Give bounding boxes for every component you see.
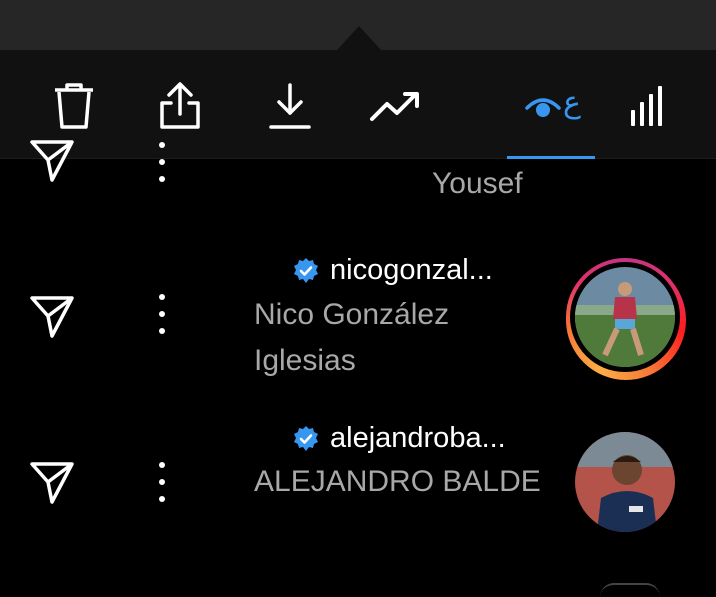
bar-chart-icon[interactable] bbox=[620, 78, 676, 134]
send-icon[interactable] bbox=[28, 458, 76, 506]
send-icon[interactable] bbox=[28, 136, 76, 184]
trash-icon[interactable] bbox=[46, 78, 102, 134]
viewer-fullname: ALEJANDRO BALDE bbox=[254, 465, 541, 498]
viewer-fullname: Yousef bbox=[432, 167, 523, 200]
popover-notch bbox=[337, 26, 381, 50]
story-ring[interactable] bbox=[566, 258, 684, 376]
story-toolbar: ع bbox=[0, 50, 716, 159]
viewer-row[interactable]: nicogonzal... Nico González Iglesias bbox=[0, 240, 716, 390]
viewer-username[interactable]: alejandroba... bbox=[292, 422, 506, 455]
views-count-glyph: ع bbox=[563, 85, 581, 120]
viewer-row[interactable]: alejandroba... ALEJANDRO BALDE bbox=[0, 410, 716, 560]
viewer-fullname: Nico González Iglesias bbox=[254, 298, 450, 377]
send-icon[interactable] bbox=[28, 292, 76, 340]
viewer-row: Yousef bbox=[0, 140, 716, 380]
more-options-button[interactable] bbox=[150, 294, 174, 334]
viewer-username[interactable]: nicogonzal... bbox=[292, 254, 493, 287]
next-row-avatar-edge bbox=[600, 583, 660, 597]
download-icon[interactable] bbox=[262, 78, 318, 134]
share-icon[interactable] bbox=[152, 78, 208, 134]
avatar[interactable] bbox=[575, 432, 675, 532]
trending-icon[interactable] bbox=[368, 78, 424, 134]
username-text: alejandroba... bbox=[330, 422, 506, 454]
verified-badge-icon bbox=[294, 425, 318, 451]
more-options-button[interactable] bbox=[150, 462, 174, 502]
avatar bbox=[575, 267, 675, 367]
more-options-button[interactable] bbox=[150, 142, 174, 182]
verified-badge-icon bbox=[294, 257, 318, 283]
username-text: nicogonzal... bbox=[330, 254, 493, 286]
